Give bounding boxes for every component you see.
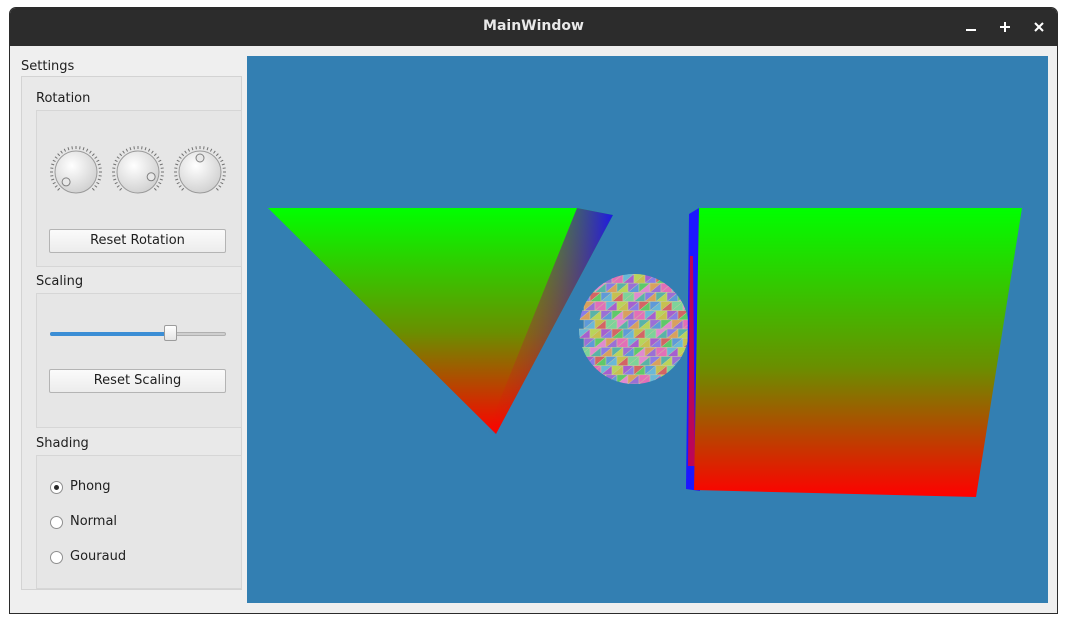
sphere-facet — [666, 365, 679, 376]
radio-label: Gouraud — [70, 549, 127, 564]
rotation-y-dial[interactable] — [111, 145, 165, 199]
close-icon[interactable] — [1029, 17, 1049, 37]
main-window: MainWindow Settings Rotation Reset Rotat… — [9, 7, 1058, 614]
maximize-icon[interactable] — [995, 17, 1015, 37]
sphere-facet — [583, 282, 596, 293]
sphere-facet — [671, 374, 684, 384]
sphere-facet — [666, 274, 679, 284]
sphere-facet — [589, 274, 602, 284]
rotation-x-dial[interactable] — [49, 145, 103, 199]
rotation-z-dial[interactable] — [173, 145, 227, 199]
sphere-facet — [579, 291, 591, 302]
radio-circle[interactable] — [50, 516, 63, 529]
shading-title: Shading — [36, 436, 89, 451]
radio-label: Normal — [70, 514, 118, 529]
sphere-facet — [666, 274, 679, 284]
settings-title: Settings — [21, 59, 75, 74]
sphere-facet — [579, 365, 591, 376]
window-title: MainWindow — [483, 18, 584, 34]
sphere-facet — [589, 274, 602, 284]
sphere-facet — [677, 274, 689, 284]
sphere-facet — [594, 374, 607, 384]
reset-rotation-button[interactable]: Reset Rotation — [49, 229, 226, 253]
radio-circle[interactable] — [50, 481, 63, 494]
sphere-facet — [583, 282, 596, 293]
opengl-viewport[interactable] — [247, 56, 1048, 603]
sphere-facet — [671, 282, 684, 293]
slider-fill — [50, 332, 170, 336]
slider-handle[interactable] — [164, 325, 177, 341]
reset-scaling-button[interactable]: Reset Scaling — [49, 369, 226, 393]
minimize-icon[interactable] — [961, 17, 981, 37]
scene-canvas — [268, 208, 1022, 497]
shading-group: Phong Normal Gouraud — [36, 455, 242, 589]
rotation-group: Reset Rotation — [36, 110, 242, 267]
sphere-facet — [655, 274, 668, 284]
sphere-facet — [579, 365, 591, 376]
settings-group: Rotation Reset Rotation Scaling Reset Sc… — [21, 76, 242, 590]
radio-circle[interactable] — [50, 551, 63, 564]
sphere-object — [579, 274, 689, 384]
sphere-facet — [677, 291, 689, 302]
radio-gouraud[interactable]: Gouraud — [50, 549, 170, 567]
sphere-facet — [660, 374, 673, 384]
scaling-title: Scaling — [36, 274, 84, 289]
sphere-facet — [583, 374, 596, 384]
title-bar[interactable]: MainWindow — [10, 8, 1057, 46]
cube-object — [686, 208, 1022, 497]
radio-phong[interactable]: Phong — [50, 479, 170, 497]
sphere-facet — [660, 374, 673, 384]
radio-normal[interactable]: Normal — [50, 514, 170, 532]
sphere-facet — [594, 282, 607, 293]
sphere-facet — [594, 374, 607, 384]
radio-label: Phong — [70, 479, 111, 494]
pyramid-object — [268, 208, 613, 434]
scaling-group: Reset Scaling — [36, 293, 242, 428]
sphere-facet — [583, 374, 596, 384]
scaling-slider[interactable] — [50, 324, 226, 344]
sphere-facet — [671, 374, 684, 384]
sphere-facet — [600, 274, 613, 284]
rotation-title: Rotation — [36, 91, 91, 106]
sphere-facet — [677, 274, 689, 284]
